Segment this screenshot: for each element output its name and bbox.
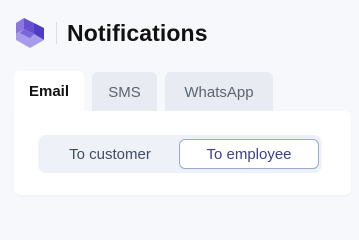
tab-whatsapp[interactable]: WhatsApp (165, 72, 273, 112)
to-customer-button[interactable]: To customer (44, 139, 176, 169)
app-logo-icon (14, 16, 46, 50)
channel-tabs: Email SMS WhatsApp (14, 71, 273, 112)
header-divider (56, 22, 57, 44)
recipient-toggle: To customer To employee (38, 135, 322, 173)
email-settings-panel: To customer To employee (14, 111, 351, 195)
tab-sms[interactable]: SMS (92, 72, 157, 112)
page-title: Notifications (67, 19, 208, 46)
to-employee-button[interactable]: To employee (179, 139, 319, 169)
page-header: Notifications (14, 15, 208, 51)
tab-email[interactable]: Email (14, 71, 84, 112)
